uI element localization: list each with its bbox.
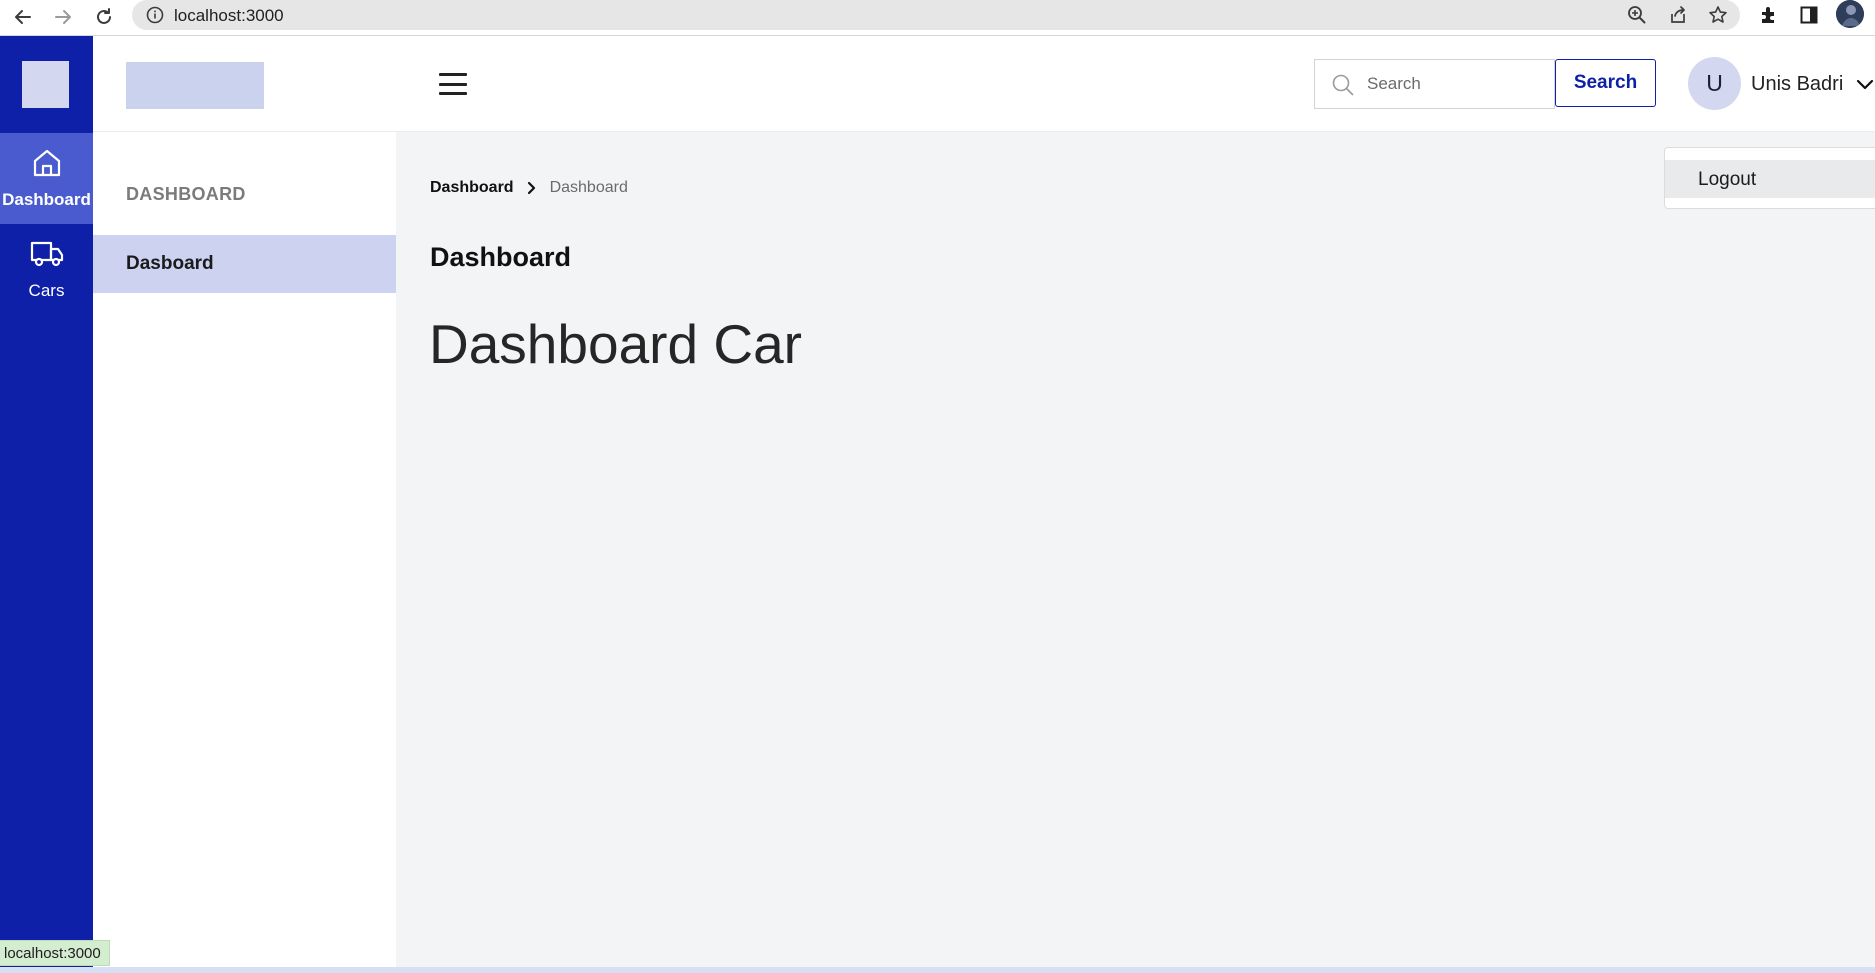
page-title: Dashboard <box>430 242 572 272</box>
app-logo <box>22 61 69 108</box>
breadcrumb-current: Dashboard <box>549 179 628 196</box>
brand-logo-placeholder <box>126 62 264 109</box>
chevron-down-icon[interactable] <box>1855 74 1875 94</box>
sidebar-item-dasboard[interactable]: Dasboard <box>93 235 396 293</box>
browser-toolbar: localhost:3000 <box>0 0 1875 36</box>
truck-icon <box>29 238 65 275</box>
page-hero-text: Dashboard Car <box>429 313 802 375</box>
user-name[interactable]: Unis Badri <box>1751 73 1843 96</box>
menu-item-label: Logout <box>1698 169 1757 190</box>
rail-item-label: Cars <box>28 281 65 300</box>
logout-menu-item[interactable]: Logout <box>1665 160 1875 198</box>
main-content: Dashboard Dashboard Dashboard Dashboard … <box>396 132 1875 967</box>
breadcrumb: Dashboard Dashboard <box>430 179 628 197</box>
user-dropdown-menu: Logout <box>1664 147 1875 209</box>
back-icon[interactable] <box>8 2 38 32</box>
sidebar-section-title: DASHBOARD <box>126 184 246 204</box>
chevron-right-icon <box>526 181 538 195</box>
rail-item-cars[interactable]: Cars <box>0 224 93 315</box>
link-status-bubble: localhost:3000 <box>0 940 110 966</box>
share-icon[interactable] <box>1667 4 1689 26</box>
address-bar[interactable]: localhost:3000 <box>132 0 1740 30</box>
sidebar-item-label: Dasboard <box>126 253 214 274</box>
rail-item-label: Dashboard <box>2 190 91 209</box>
avatar[interactable]: U <box>1688 57 1741 110</box>
search-button[interactable]: Search <box>1555 59 1656 107</box>
top-header: Search U Unis Badri <box>93 36 1875 132</box>
browser-profile-avatar[interactable] <box>1836 0 1864 28</box>
search-input[interactable] <box>1365 70 1545 98</box>
address-url[interactable]: localhost:3000 <box>174 6 284 26</box>
star-icon[interactable] <box>1707 4 1729 26</box>
search-icon <box>1331 73 1355 97</box>
info-icon[interactable] <box>146 6 164 24</box>
side-panel-icon[interactable] <box>1796 2 1822 28</box>
primary-sidebar: Dashboard Cars <box>0 36 93 967</box>
secondary-sidebar: DASHBOARD Dasboard <box>93 132 396 967</box>
window-bottom-edge <box>0 967 1875 973</box>
reload-icon[interactable] <box>89 2 119 32</box>
breadcrumb-link[interactable]: Dashboard <box>430 179 514 197</box>
menu-toggle-icon[interactable] <box>438 69 468 99</box>
forward-icon[interactable] <box>48 2 78 32</box>
search-field[interactable] <box>1314 59 1555 109</box>
extensions-icon[interactable] <box>1756 2 1782 28</box>
home-icon <box>31 147 63 184</box>
zoom-icon[interactable] <box>1626 4 1648 26</box>
rail-item-dashboard[interactable]: Dashboard <box>0 133 93 224</box>
